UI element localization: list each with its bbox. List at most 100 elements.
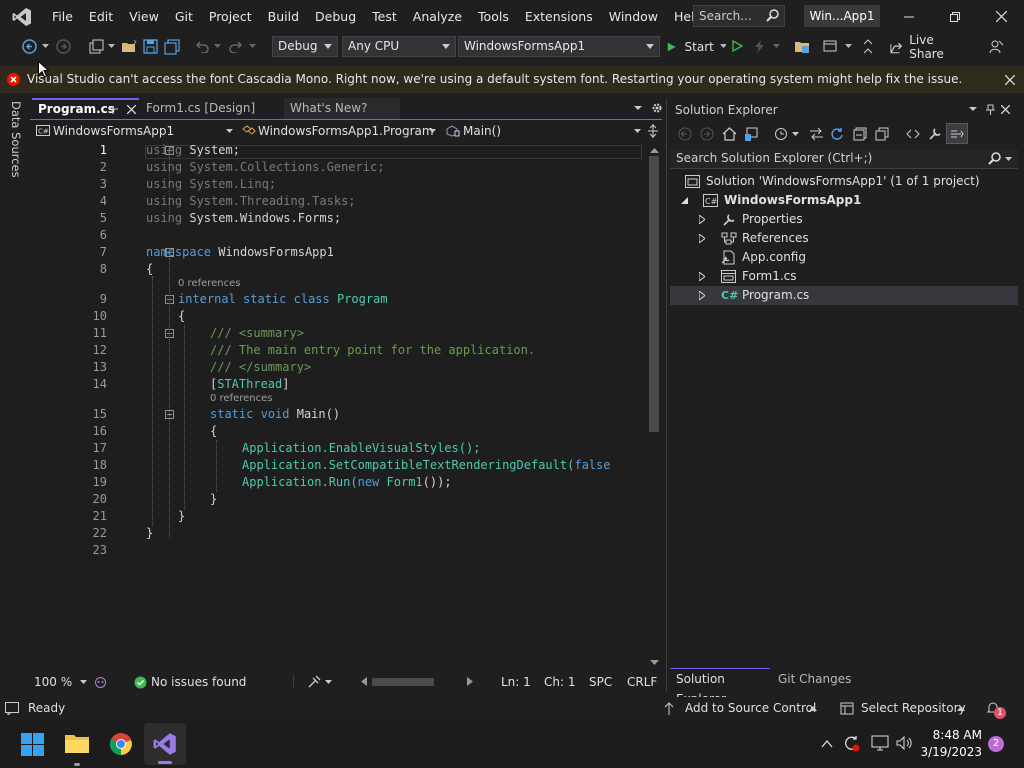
project-dropdown[interactable]: C# WindowsFormsApp1 [34, 120, 236, 142]
menu-view[interactable]: View [121, 0, 167, 33]
data-sources-tab[interactable]: Data Sources [9, 101, 23, 178]
whitespace-mode[interactable]: SPC [589, 675, 612, 689]
code-cleanup-icon[interactable] [307, 675, 321, 689]
clock-time[interactable]: 8:48 AM [920, 728, 982, 742]
tree-item-solution[interactable]: Solution 'WindowsFormsApp1' (1 of 1 proj… [670, 172, 1018, 191]
save-all-icon[interactable] [164, 39, 180, 55]
search-options-dropdown-icon[interactable] [1005, 157, 1012, 162]
scroll-right-icon[interactable] [467, 677, 473, 686]
tree-item-app-config[interactable]: App.config [670, 248, 1018, 267]
tree-item-references[interactable]: References [670, 229, 1018, 248]
tree-item-form1[interactable]: Form1.cs [670, 267, 1018, 286]
preview-selected-items-button[interactable] [946, 123, 968, 144]
toolbox-dropdown-icon[interactable] [845, 44, 852, 49]
code-editor[interactable]: 1 2 3 4 5 6 7 8 9 10 11 12 13 14 15 16 1… [30, 142, 664, 672]
restore-button[interactable] [932, 0, 978, 33]
toolbar-overflow-icon[interactable] [862, 39, 874, 54]
chevron-up-icon[interactable] [809, 706, 817, 711]
tree-item-program-cs[interactable]: C# Program.cs [670, 286, 1018, 305]
scroll-left-icon[interactable] [361, 677, 367, 686]
copilot-icon[interactable] [94, 676, 107, 689]
notification-center-badge[interactable]: 2 [988, 736, 1004, 752]
tab-form1-design[interactable]: Form1.cs [Design] [140, 98, 280, 119]
menu-debug[interactable]: Debug [307, 0, 364, 33]
close-tab-icon[interactable] [127, 105, 136, 114]
tab-git-changes[interactable]: Git Changes [774, 669, 854, 690]
menu-edit[interactable]: Edit [81, 0, 121, 33]
horizontal-scrollbar-thumb[interactable] [372, 678, 434, 686]
file-explorer-icon[interactable] [64, 732, 90, 754]
menu-test[interactable]: Test [364, 0, 405, 33]
output-window-icon[interactable] [5, 702, 19, 715]
pending-changes-filter-icon[interactable] [774, 127, 788, 141]
browse-folder-icon[interactable] [794, 39, 810, 55]
forward-icon[interactable] [700, 127, 714, 141]
pin-icon[interactable] [110, 105, 119, 115]
tree-item-properties[interactable]: Properties [670, 210, 1018, 229]
pin-icon[interactable] [986, 104, 995, 115]
undo-icon[interactable] [195, 40, 209, 53]
live-share-button[interactable]: Live Share [889, 33, 969, 61]
cursor-line[interactable]: Ln: 1 [501, 675, 531, 689]
scroll-up-icon[interactable] [650, 148, 659, 153]
tab-program-cs[interactable]: Program.cs [32, 98, 139, 119]
menu-project[interactable]: Project [201, 0, 260, 33]
codelens-references[interactable]: 0 references [210, 393, 273, 404]
menu-file[interactable]: File [44, 0, 81, 33]
collapsed-arrow-icon[interactable] [699, 291, 705, 300]
solution-configuration-dropdown[interactable]: Debug [272, 36, 338, 57]
view-code-icon[interactable] [906, 129, 920, 139]
hot-reload-icon[interactable] [752, 39, 767, 54]
navigate-forward-icon[interactable] [56, 39, 71, 54]
tree-item-project[interactable]: C# WindowsFormsApp1 [670, 191, 1018, 210]
codelens-references[interactable]: 0 references [178, 278, 241, 289]
undo-dropdown-icon[interactable] [214, 44, 221, 49]
solution-platform-dropdown[interactable]: Any CPU [342, 36, 456, 57]
window-position-dropdown-icon[interactable] [969, 107, 977, 112]
panel-splitter[interactable] [666, 99, 667, 692]
member-dropdown[interactable]: Main() [444, 120, 644, 142]
line-ending[interactable]: CRLF [627, 675, 657, 689]
minimize-button[interactable] [886, 0, 932, 33]
select-repository-button[interactable]: Select Repository [861, 697, 966, 720]
class-dropdown[interactable]: WindowsFormsApp1.Program [240, 120, 440, 142]
menu-build[interactable]: Build [260, 0, 307, 33]
collapsed-arrow-icon[interactable] [699, 234, 705, 243]
toolbox-icon[interactable] [823, 39, 839, 54]
search-input[interactable]: Search... [693, 5, 785, 27]
refresh-icon[interactable] [830, 127, 844, 141]
tab-list-dropdown-icon[interactable] [634, 106, 642, 111]
collapsed-arrow-icon[interactable] [699, 215, 705, 224]
tab-solution-explorer[interactable]: Solution Explorer [670, 668, 770, 706]
split-editor-icon[interactable] [647, 124, 659, 138]
menu-extensions[interactable]: Extensions [517, 0, 601, 33]
home-icon[interactable] [722, 127, 737, 141]
network-icon[interactable] [871, 735, 889, 751]
menu-git[interactable]: Git [167, 0, 201, 33]
new-dropdown-icon[interactable] [108, 44, 115, 49]
menu-tools[interactable]: Tools [470, 0, 517, 33]
volume-icon[interactable] [896, 736, 914, 750]
switch-views-icon[interactable] [744, 126, 760, 142]
add-to-source-control-button[interactable]: Add to Source Control [685, 697, 816, 720]
solution-explorer-search[interactable]: Search Solution Explorer (Ctrl+;) [670, 149, 1018, 169]
show-all-files-icon[interactable] [875, 127, 889, 141]
issues-status[interactable]: No issues found [151, 675, 246, 689]
vertical-scrollbar[interactable] [646, 142, 662, 672]
filter-dropdown-icon[interactable] [792, 132, 799, 137]
startup-project-dropdown[interactable]: WindowsFormsApp1 [458, 36, 660, 57]
sync-with-document-icon[interactable] [809, 127, 824, 141]
clock-date[interactable]: 3/19/2023 [920, 745, 982, 759]
open-folder-icon[interactable] [121, 39, 137, 55]
expanded-arrow-icon[interactable] [681, 197, 688, 204]
collapse-all-icon[interactable] [853, 127, 867, 141]
properties-wrench-icon[interactable] [928, 127, 942, 141]
collapsed-arrow-icon[interactable] [699, 272, 705, 281]
start-debugging-button[interactable]: Start [666, 36, 726, 57]
visual-studio-taskbar-button[interactable] [144, 723, 186, 765]
scroll-down-icon[interactable] [650, 660, 659, 665]
save-icon[interactable] [143, 39, 158, 54]
cursor-column[interactable]: Ch: 1 [544, 675, 575, 689]
hot-reload-dropdown-icon[interactable] [773, 44, 780, 49]
chevron-up-icon[interactable] [957, 706, 965, 711]
